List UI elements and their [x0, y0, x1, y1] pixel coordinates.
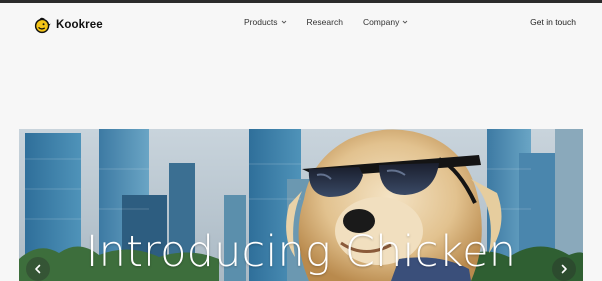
nav-item-research-label: Research	[306, 17, 343, 27]
get-in-touch-link[interactable]: Get in touch	[530, 17, 576, 27]
brand-name: Kookree	[56, 19, 103, 31]
nav-item-company-label: Company	[362, 17, 400, 27]
kookree-logo-icon	[34, 17, 51, 34]
chevron-right-icon	[561, 264, 567, 274]
nav-item-company[interactable]: Company	[363, 17, 408, 27]
hero-carousel: Introducing Chicken	[19, 129, 583, 281]
brand-logo[interactable]: Kookree	[34, 15, 103, 35]
top-navigation: Kookree Products Research Company Get in…	[0, 3, 602, 45]
main-menu: Products Research Company	[244, 17, 408, 27]
chevron-left-icon	[35, 264, 41, 274]
nav-item-research[interactable]: Research	[307, 17, 343, 27]
chevron-down-icon	[403, 20, 408, 24]
carousel-prev-button[interactable]	[26, 257, 50, 281]
hero-title: Introducing Chicken	[85, 227, 517, 277]
nav-item-products[interactable]: Products	[244, 17, 287, 27]
carousel-next-button[interactable]	[552, 257, 576, 281]
chevron-down-icon	[281, 20, 286, 24]
nav-item-products-label: Products	[244, 17, 278, 27]
